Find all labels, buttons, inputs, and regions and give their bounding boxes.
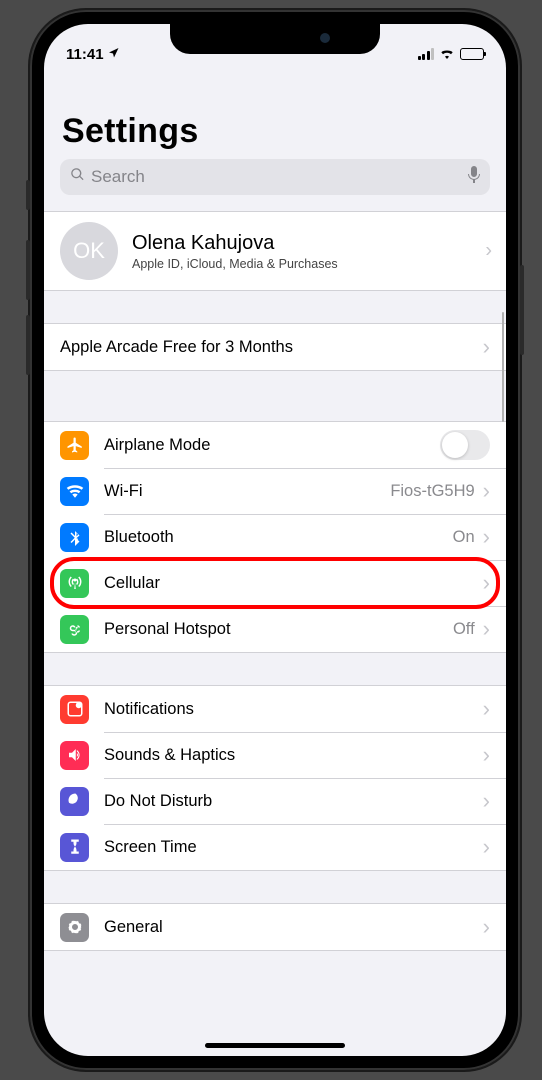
notifications-row[interactable]: Notifications › [44,686,506,732]
content-scroll[interactable]: Settings Search OK Olena Kahujova [44,72,506,1056]
wifi-row[interactable]: Wi-Fi Fios-tG5H9 › [44,468,506,514]
notifications-icon [60,695,89,724]
bluetooth-label: Bluetooth [104,528,453,547]
chevron-right-icon: › [483,336,490,358]
phone-frame: 11:41 Settings Search [30,10,520,1070]
sounds-icon [60,741,89,770]
avatar-initials: OK [73,238,105,264]
screentime-icon [60,833,89,862]
volume-down-button[interactable] [26,315,30,375]
notch [170,24,380,54]
screentime-row[interactable]: Screen Time › [44,824,506,870]
arcade-promo-row[interactable]: Apple Arcade Free for 3 Months › [44,324,506,370]
chevron-right-icon: › [483,480,490,502]
promo-group: Apple Arcade Free for 3 Months › [44,323,506,371]
page-title: Settings [44,72,506,159]
hotspot-row[interactable]: Personal Hotspot Off › [44,606,506,652]
chevron-right-icon: › [483,790,490,812]
power-button[interactable] [520,265,524,355]
airplane-mode-label: Airplane Mode [104,436,440,455]
chevron-right-icon: › [483,526,490,548]
hotspot-icon [60,615,89,644]
cellular-icon [60,569,89,598]
profile-name: Olena Kahujova [132,232,338,255]
gear-icon [60,913,89,942]
cellular-signal-icon [418,48,435,60]
bluetooth-row[interactable]: Bluetooth On › [44,514,506,560]
chevron-right-icon: › [483,744,490,766]
screentime-label: Screen Time [104,838,483,857]
bluetooth-detail: On [453,528,475,547]
microphone-icon[interactable] [468,166,480,188]
airplane-mode-row[interactable]: Airplane Mode [44,422,506,468]
hotspot-label: Personal Hotspot [104,620,453,639]
wifi-label: Wi-Fi [104,482,390,501]
general-label: General [104,918,483,937]
cellular-row[interactable]: Cellular › [44,560,506,606]
notifications-label: Notifications [104,700,483,719]
arcade-promo-label: Apple Arcade Free for 3 Months [60,338,483,357]
search-icon [70,167,85,187]
sounds-label: Sounds & Haptics [104,746,483,765]
volume-up-button[interactable] [26,240,30,300]
profile-row[interactable]: OK Olena Kahujova Apple ID, iCloud, Medi… [44,212,506,290]
chevron-right-icon: › [483,618,490,640]
location-icon [108,47,120,62]
wifi-settings-icon [60,477,89,506]
airplane-icon [60,431,89,460]
scroll-indicator[interactable] [502,312,505,422]
search-placeholder: Search [91,167,462,187]
connectivity-group: Airplane Mode Wi-Fi Fios-tG5H9 › Bluetoo… [44,421,506,653]
chevron-right-icon: › [483,698,490,720]
sounds-row[interactable]: Sounds & Haptics › [44,732,506,778]
battery-icon [460,48,484,60]
search-input[interactable]: Search [60,159,490,195]
notifications-group: Notifications › Sounds & Haptics › Do No… [44,685,506,871]
avatar: OK [60,222,118,280]
wifi-detail: Fios-tG5H9 [390,482,474,501]
status-time: 11:41 [66,46,104,63]
screen: 11:41 Settings Search [44,24,506,1056]
chevron-right-icon: › [483,836,490,858]
profile-subtitle: Apple ID, iCloud, Media & Purchases [132,257,338,271]
chevron-right-icon: › [483,916,490,938]
general-group: General › [44,903,506,951]
chevron-right-icon: › [485,240,492,263]
dnd-row[interactable]: Do Not Disturb › [44,778,506,824]
wifi-icon [439,46,455,63]
airplane-mode-toggle[interactable] [440,430,490,460]
general-row[interactable]: General › [44,904,506,950]
bluetooth-icon [60,523,89,552]
hotspot-detail: Off [453,620,475,639]
dnd-icon [60,787,89,816]
profile-group: OK Olena Kahujova Apple ID, iCloud, Medi… [44,211,506,291]
home-indicator[interactable] [205,1043,345,1048]
cellular-label: Cellular [104,574,483,593]
chevron-right-icon: › [483,572,490,594]
dnd-label: Do Not Disturb [104,792,483,811]
silent-switch[interactable] [26,180,30,210]
